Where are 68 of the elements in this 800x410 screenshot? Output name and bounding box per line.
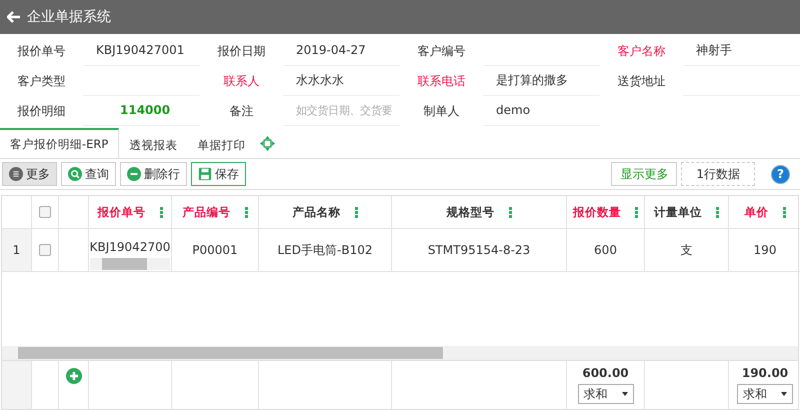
checkbox[interactable] xyxy=(39,206,51,218)
column-header[interactable]: 报价数量 xyxy=(573,204,621,220)
table-cell: P00001 xyxy=(192,243,238,257)
caret-icon xyxy=(781,392,787,396)
table-cell: 600 xyxy=(594,243,617,257)
aggregate-dropdown[interactable]: 求和 xyxy=(578,384,634,404)
add-row-icon[interactable] xyxy=(66,368,82,384)
column-menu-icon[interactable] xyxy=(508,206,512,218)
column-header[interactable]: 报价单号 xyxy=(98,204,146,220)
field-label: 联系电话 xyxy=(416,73,466,90)
column-header[interactable]: 产品名称 xyxy=(292,204,340,220)
tab[interactable]: 透视报表 xyxy=(119,128,188,158)
aggregate-dropdown[interactable]: 求和 xyxy=(737,384,793,404)
help-button[interactable]: ? xyxy=(771,164,790,184)
column-menu-icon[interactable] xyxy=(244,206,248,218)
column-header[interactable]: 单价 xyxy=(744,204,768,220)
caret-icon xyxy=(622,392,628,396)
minus-icon xyxy=(127,167,141,181)
column-menu-icon[interactable] xyxy=(782,206,786,218)
save-icon xyxy=(198,167,212,181)
move-arrows-icon[interactable] xyxy=(259,134,276,152)
window-title: 企业单据系统 xyxy=(27,8,111,26)
column-header[interactable]: 规格型号 xyxy=(446,204,494,220)
column-menu-icon[interactable] xyxy=(716,206,719,218)
input-field[interactable]: 水水水水 xyxy=(283,66,400,96)
toolbar-button[interactable]: 保存 xyxy=(191,162,246,186)
menu-icon xyxy=(9,167,23,181)
row-number: 1 xyxy=(2,229,32,272)
tab[interactable]: 客户报价明细-ERP xyxy=(0,128,120,158)
input-field[interactable]: 2019-04-27 xyxy=(283,36,400,66)
show-more-button[interactable]: 显示更多 xyxy=(611,162,678,186)
horizontal-scrollbar[interactable] xyxy=(2,346,798,361)
table-cell: 支 xyxy=(680,242,692,258)
column-menu-icon[interactable] xyxy=(160,206,162,218)
back-arrow-icon[interactable] xyxy=(7,11,21,23)
input-field[interactable]: 神射手 xyxy=(683,36,800,66)
field-label: 报价明细 xyxy=(16,103,66,120)
field-label: 联系人 xyxy=(222,73,260,90)
input-field[interactable]: demo xyxy=(483,96,600,126)
input-field[interactable]: 114000 xyxy=(83,96,200,126)
table-cell: LED手电筒-B102 xyxy=(278,242,372,258)
field-label: 客户类型 xyxy=(16,73,66,90)
column-header[interactable]: 产品编号 xyxy=(182,204,230,220)
field-label: 客户名称 xyxy=(616,43,666,60)
tab[interactable]: 单据打印 xyxy=(187,128,256,158)
table-cell: 190 xyxy=(754,243,776,257)
search-icon xyxy=(68,167,82,181)
table-cell: KBJ19042700 xyxy=(90,240,170,254)
toolbar-button[interactable]: 删除行 xyxy=(120,162,187,186)
column-menu-icon[interactable] xyxy=(635,206,638,218)
toolbar-button[interactable]: 查询 xyxy=(61,162,116,186)
scrollbar[interactable] xyxy=(90,258,170,270)
input-field[interactable]: KBJ190427001 xyxy=(83,36,200,66)
column-total: 600.00 xyxy=(582,366,629,380)
field-label: 报价单号 xyxy=(16,43,66,60)
field-label: 备注 xyxy=(228,103,254,120)
table-cell: STMT95154-8-23 xyxy=(428,243,530,257)
column-header[interactable]: 计量单位 xyxy=(654,204,702,220)
column-total: 190.00 xyxy=(742,366,788,380)
row-count: 1行数据 xyxy=(681,162,755,186)
field-label: 报价日期 xyxy=(216,43,266,60)
toolbar-button[interactable]: 更多 xyxy=(2,162,57,186)
field-label: 制单人 xyxy=(422,103,460,120)
input-field[interactable]: 是打算的撒多 xyxy=(483,66,600,96)
column-menu-icon[interactable] xyxy=(354,206,358,218)
field-label: 送货地址 xyxy=(616,73,666,90)
checkbox[interactable] xyxy=(39,244,51,256)
field-label: 客户编号 xyxy=(416,43,466,60)
